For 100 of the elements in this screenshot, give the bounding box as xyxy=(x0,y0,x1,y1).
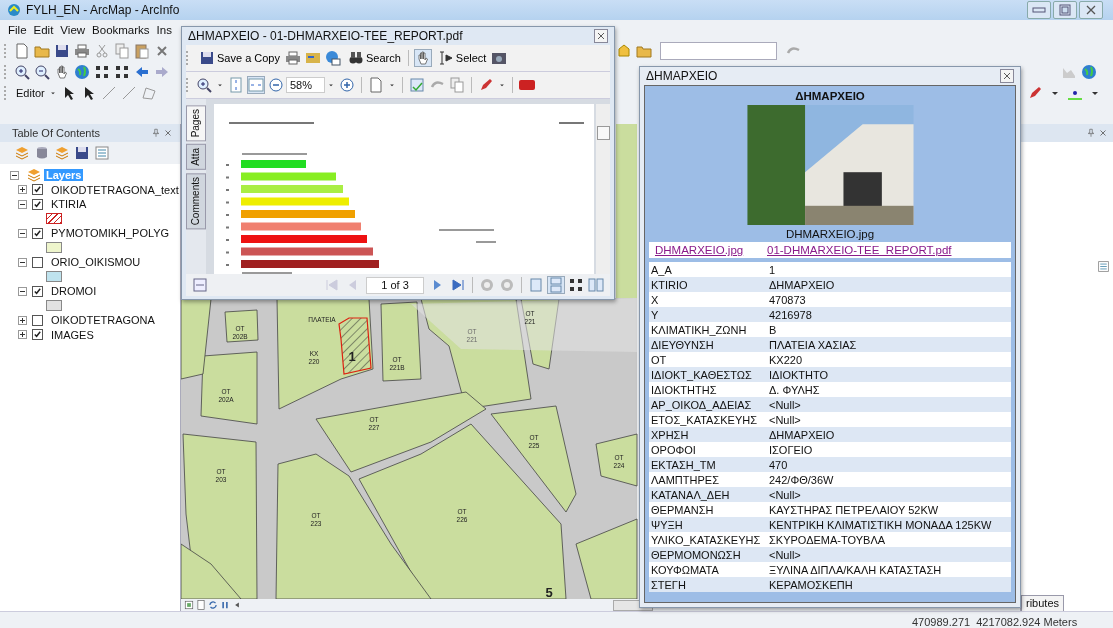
save-copy-button[interactable]: Save a Copy xyxy=(194,50,283,66)
email-icon[interactable] xyxy=(325,50,341,66)
print-icon[interactable] xyxy=(285,50,301,66)
minimize-icon[interactable] xyxy=(1027,1,1051,19)
layer-name[interactable]: KTIRIA xyxy=(49,198,89,211)
field-value: 470873 xyxy=(769,293,806,306)
pen-icon[interactable] xyxy=(478,77,494,93)
toolbar-logo-icon[interactable] xyxy=(519,77,535,93)
layer-name[interactable]: IMAGES xyxy=(49,328,96,341)
field-name: ΛΑΜΠΤΗΡΕΣ xyxy=(650,473,720,486)
close-icon[interactable] xyxy=(1000,69,1014,83)
layer-name[interactable]: PYMOTOMIKH_POLYG xyxy=(49,227,172,240)
panel-icon[interactable] xyxy=(192,277,208,293)
text-cursor-icon xyxy=(437,50,454,66)
pin-icon[interactable] xyxy=(151,128,161,138)
field-value: B xyxy=(769,323,777,336)
expand-toggle[interactable] xyxy=(18,199,27,209)
menu-item[interactable]: Bookmarks xyxy=(92,24,150,36)
field-name: ΔΙΕΥΘΥΝΣΗ xyxy=(650,338,715,351)
zoom-in-icon[interactable] xyxy=(339,77,355,93)
new-document-icon[interactable] xyxy=(14,42,30,59)
file-link[interactable]: 01-DHMARXEIO-TEE_REPORT.pdf xyxy=(767,244,952,256)
pin-icon[interactable] xyxy=(1086,128,1096,138)
layer-checkbox[interactable] xyxy=(32,227,43,239)
menu-item[interactable]: Ins xyxy=(156,24,172,36)
search-button[interactable]: Search xyxy=(343,50,404,66)
fit-width-icon[interactable] xyxy=(248,77,264,93)
field-name: ΘΕΡΜΑΝΣΗ xyxy=(650,503,715,516)
layers-icon xyxy=(26,167,42,184)
layer-checkbox[interactable] xyxy=(32,198,43,210)
selected-building[interactable] xyxy=(338,317,372,375)
side-tab[interactable]: Comments xyxy=(186,173,206,230)
editor-menu[interactable]: Editor xyxy=(16,86,45,99)
continuous-facing-icon[interactable] xyxy=(568,277,584,293)
side-tab[interactable]: Pages xyxy=(186,105,206,142)
select-button[interactable]: Select xyxy=(432,50,490,66)
save-icon[interactable] xyxy=(54,42,70,59)
pan-hand-icon[interactable] xyxy=(54,63,70,80)
page-number-field[interactable]: 1 of 3 xyxy=(366,276,424,294)
full-extent-globe-icon[interactable] xyxy=(74,63,90,80)
expand-toggle[interactable] xyxy=(18,257,27,267)
zoom-in-icon[interactable] xyxy=(196,77,212,93)
pause-icon[interactable] xyxy=(220,600,230,610)
print-icon[interactable] xyxy=(74,42,90,59)
menu-item[interactable]: Edit xyxy=(33,24,54,36)
layer-name[interactable]: OIKODTETRAGONA xyxy=(49,314,157,327)
layer-checkbox[interactable] xyxy=(32,256,43,268)
layer-checkbox[interactable] xyxy=(32,314,43,326)
zoom-field[interactable]: 58% xyxy=(286,77,325,93)
expand-toggle[interactable] xyxy=(18,185,27,195)
side-tab[interactable]: Atta xyxy=(186,144,206,171)
card-icon[interactable] xyxy=(305,50,321,66)
table-icon[interactable] xyxy=(1097,260,1110,273)
refresh-icon[interactable] xyxy=(208,600,218,610)
layer-name[interactable]: ORIO_OIKISMOU xyxy=(49,256,143,269)
layer-checkbox[interactable] xyxy=(32,329,43,341)
layer-name[interactable]: OIKODTETRAGONA_text xyxy=(49,183,181,196)
expand-toggle[interactable] xyxy=(18,228,27,238)
list-by-drawing-order-icon[interactable] xyxy=(14,145,30,161)
globe-icon[interactable] xyxy=(1081,63,1097,80)
dropdown-field[interactable] xyxy=(660,41,777,60)
snapshot-icon[interactable] xyxy=(491,50,508,66)
panel-tab[interactable]: ributes xyxy=(1021,595,1065,611)
scrollbar-thumb[interactable] xyxy=(597,126,610,140)
polygon-icon[interactable] xyxy=(140,84,157,101)
close-icon[interactable] xyxy=(1098,128,1108,138)
layer-checkbox[interactable] xyxy=(32,285,43,297)
field-value: Δ. ΦΥΛΗΣ xyxy=(769,383,820,396)
expand-toggle[interactable] xyxy=(18,286,27,296)
layout-view-icon[interactable] xyxy=(196,600,206,610)
data-view-icon[interactable] xyxy=(184,600,194,610)
layer-checkbox[interactable] xyxy=(32,184,43,196)
copy-icon[interactable] xyxy=(449,77,465,93)
field-name: ΕΤΟΣ_ΚΑΤΑΣΚΕΥΗΣ xyxy=(650,413,758,426)
zoom-out-icon[interactable] xyxy=(268,77,284,93)
menu-item[interactable]: View xyxy=(60,24,86,36)
expand-toggle[interactable] xyxy=(18,330,27,340)
menu-item[interactable]: File xyxy=(8,24,27,36)
fixed-zoom-in-icon[interactable] xyxy=(94,63,110,80)
file-link[interactable]: DHMARXEIO.jpg xyxy=(649,244,767,256)
close-icon[interactable] xyxy=(594,29,608,43)
close-icon[interactable] xyxy=(163,128,173,138)
city-block xyxy=(224,309,259,343)
pen-icon[interactable] xyxy=(1027,84,1043,101)
page-icon[interactable] xyxy=(368,77,384,93)
list-by-selection-icon[interactable] xyxy=(74,145,90,161)
field-value: ΚΕΡΑΜΟΣΚΕΠΗ xyxy=(769,578,853,591)
close-icon[interactable] xyxy=(1079,1,1103,19)
fit-page-icon[interactable] xyxy=(228,77,244,93)
spell-check-icon[interactable] xyxy=(409,77,425,93)
hand-icon[interactable] xyxy=(414,50,431,66)
fixed-zoom-out-icon[interactable] xyxy=(114,63,130,80)
collapse-toggle[interactable] xyxy=(10,170,19,180)
expand-toggle[interactable] xyxy=(18,315,27,325)
zoom-out-icon[interactable] xyxy=(34,63,50,80)
layer-name[interactable]: DROMOI xyxy=(49,285,99,298)
list-by-source-icon[interactable] xyxy=(34,145,50,161)
window-title: ΔΗΜΑΡΧΕΙΟ xyxy=(646,69,718,83)
last-page-icon[interactable] xyxy=(450,277,466,293)
zoom-in-icon[interactable] xyxy=(14,63,30,80)
